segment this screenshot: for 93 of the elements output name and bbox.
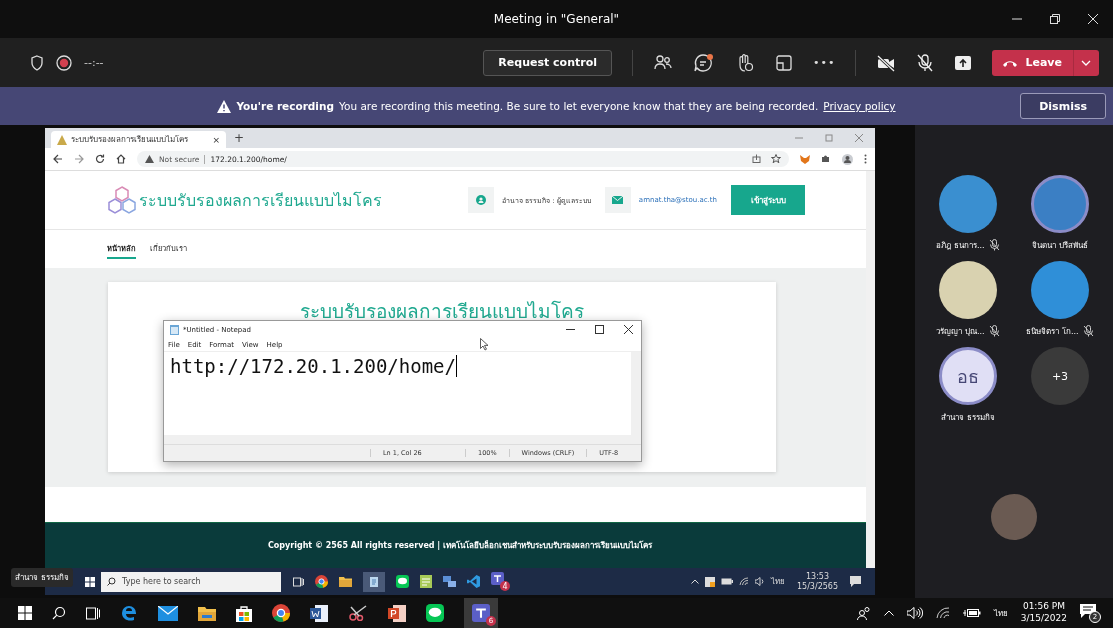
privacy-policy-link[interactable]: Privacy policy [823, 100, 896, 112]
task-view-icon[interactable] [86, 606, 100, 620]
warning-icon [145, 155, 154, 163]
search-icon [107, 577, 116, 586]
participant-name: ธนิษจิตรา โก... [1026, 325, 1079, 338]
avatar-photo-placeholder[interactable] [939, 175, 997, 233]
participant-name: จินดนา ปรีสพันธ์ [1032, 239, 1088, 252]
folder-icon[interactable] [339, 576, 352, 587]
avatar-photo-placeholder[interactable] [939, 261, 997, 319]
network-computer-icon[interactable] [443, 575, 456, 588]
meeting-timer: --:-- [84, 56, 104, 69]
mouse-cursor-icon [480, 338, 489, 351]
warning-icon [217, 99, 232, 113]
star-icon[interactable] [771, 154, 781, 164]
edge-browser-icon[interactable] [120, 604, 138, 622]
mail-icon [604, 187, 631, 213]
speaker-icon[interactable] [906, 607, 923, 619]
share-screen-icon[interactable] [954, 54, 973, 71]
more-options-button[interactable]: ••• [813, 56, 836, 69]
notepad-icon [170, 324, 179, 335]
window-title: Meeting in "General" [493, 12, 620, 26]
notifications-icon[interactable] [850, 576, 861, 587]
store-bag-icon[interactable] [236, 604, 252, 622]
footer-text: Copyright © 2565 All rights reserved | เทคโนโลยีบล็อกเชนสำหรับระบบรับรองผลการเรียนแบบไมโคร [267, 539, 653, 552]
leave-button[interactable]: Leave [992, 49, 1099, 76]
forward-icon[interactable] [74, 154, 84, 164]
search-field[interactable]: Type here to search [101, 571, 281, 592]
vscode-icon[interactable] [467, 575, 480, 588]
clock-date: 3/15/2022 [1020, 613, 1067, 625]
avatar-photo-placeholder[interactable] [1031, 175, 1089, 233]
powerpoint-icon[interactable] [388, 604, 406, 622]
search-icon[interactable] [52, 606, 66, 620]
self-video-placeholder [991, 493, 1037, 540]
language-indicator[interactable]: ไทย [993, 606, 1008, 620]
site-favicon-icon [57, 134, 67, 145]
line-chat-icon[interactable] [396, 575, 409, 588]
user-icon [467, 187, 494, 213]
folder-icon[interactable] [198, 605, 216, 621]
dismiss-button[interactable]: Dismiss [1020, 93, 1106, 119]
participant-name: สำนาจ ธรรมกิจ [941, 411, 995, 424]
reload-icon[interactable] [95, 154, 105, 164]
mic-off-icon[interactable] [916, 52, 935, 73]
hero-heading: ระบบรับรองผลการเรียนแบบไมโคร [300, 299, 584, 324]
participant-name: วรัญญา ปุณ... [936, 325, 985, 338]
recording-title: You're recording [236, 100, 334, 112]
wifi-icon[interactable] [738, 577, 749, 586]
clock-date: 15/3/2565 [796, 581, 838, 591]
close-icon[interactable] [624, 325, 633, 334]
more-participants-button[interactable]: +3 [1031, 347, 1089, 405]
fox-extension-icon[interactable] [800, 154, 810, 164]
profile-icon[interactable] [842, 153, 853, 165]
speaker-icon[interactable] [754, 577, 765, 586]
clock-time: 13:53 [805, 572, 829, 582]
wifi-icon[interactable] [935, 607, 950, 619]
home-icon[interactable] [116, 154, 126, 164]
browser-tab[interactable]: ระบบรับรองผลการเรียนแบบไมโคร × [51, 131, 226, 148]
notepad-taskbar-icon[interactable] [363, 571, 385, 592]
cubes-logo-icon [107, 186, 137, 214]
chrome-icon[interactable] [315, 575, 328, 588]
new-tab-button[interactable]: + [234, 131, 245, 145]
battery-icon[interactable] [720, 578, 733, 585]
request-control-button[interactable]: Request control [483, 49, 612, 76]
windows-start-icon[interactable] [85, 576, 95, 587]
share-icon[interactable] [752, 154, 761, 163]
horizontal-scrollbar[interactable] [164, 435, 641, 444]
app-tray-icon[interactable] [704, 576, 715, 587]
caret-up-icon[interactable] [690, 579, 699, 584]
chat-icon[interactable] [693, 52, 715, 73]
back-icon[interactable] [53, 154, 63, 164]
line-chat-icon[interactable] [426, 604, 444, 622]
menu-icon[interactable] [864, 154, 867, 164]
chrome-icon[interactable] [272, 604, 290, 622]
recording-message: You are recording this meeting. Be sure to let everyone know that they are being recorded. [338, 100, 819, 112]
battery-icon[interactable] [962, 608, 981, 618]
restore-icon[interactable] [1049, 13, 1061, 25]
initials-avatar[interactable]: อธ [939, 347, 997, 405]
rooms-icon[interactable] [775, 53, 793, 72]
word-icon[interactable] [310, 604, 328, 622]
tooltip: สำนาจ ธรรมกิจ [11, 568, 73, 587]
task-view-icon[interactable] [293, 576, 304, 587]
language-indicator[interactable]: ไทย [770, 575, 785, 588]
shield-icon[interactable] [30, 54, 44, 71]
camera-off-icon[interactable] [876, 53, 897, 72]
scissors-icon[interactable] [348, 605, 368, 621]
mail-icon[interactable] [158, 605, 178, 621]
chevron-down-icon[interactable] [1081, 59, 1091, 66]
people-icon[interactable] [856, 606, 871, 620]
maximize-icon[interactable] [595, 325, 604, 334]
clock-time: 01:56 PM [1022, 601, 1065, 613]
participant-name: อภิฎ ธนการ... [936, 239, 985, 252]
avatar-photo-placeholder[interactable] [1031, 261, 1089, 319]
windows-start-icon[interactable] [18, 606, 32, 620]
scrollbar[interactable] [866, 171, 875, 568]
